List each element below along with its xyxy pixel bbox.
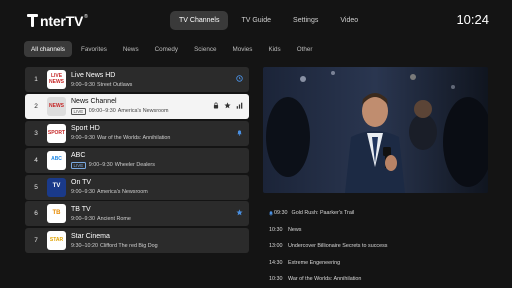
schedule-time: 14:30 <box>269 259 283 266</box>
schedule-time: 10:30 <box>269 226 283 233</box>
schedule-time: 09:30 <box>274 210 288 216</box>
channel-number: 2 <box>34 102 38 110</box>
schedule-item[interactable]: 13:00 Undercover Billionaire Secrets to … <box>269 242 489 250</box>
schedule-title: Extreme Engeneering <box>288 259 341 266</box>
program-time: 9:00–9:30 <box>71 81 95 88</box>
program-time: 9:00–9:30 <box>71 189 95 196</box>
category-filter-bar: All channels Favorites News Comedy Scien… <box>24 41 319 57</box>
channel-number: 6 <box>34 210 38 218</box>
program-time: 09:00–9:30 <box>88 108 116 115</box>
channel-logo: TV <box>47 177 66 197</box>
schedule-item[interactable]: 10:30 War of the Worlds: Annihilation <box>269 275 489 283</box>
live-badge: LIVE <box>71 161 86 169</box>
signal-bars-icon[interactable] <box>236 102 243 109</box>
program-time: 9:00–9:30 <box>88 162 113 169</box>
schedule-title: News <box>288 226 302 233</box>
live-badge: LIVE <box>71 107 86 115</box>
tab-tv-guide[interactable]: TV Guide <box>232 11 280 30</box>
program-schedule: 09:30 Gold Rush: Paarker's Trail 10:30 N… <box>269 209 489 288</box>
channel-number: 3 <box>34 129 38 137</box>
channel-name: News Channel <box>71 97 117 105</box>
channel-list: 1 LIVE NEWS Live News HD 9:00–9:30 Street… <box>25 67 249 255</box>
category-all-channels[interactable]: All channels <box>24 41 72 57</box>
channel-name: Star Cinema <box>71 232 110 240</box>
tab-settings[interactable]: Settings <box>284 11 327 30</box>
star-icon[interactable] <box>224 102 231 109</box>
schedule-title: War of the Worlds: Annihilation <box>288 276 362 282</box>
channel-logo: ABC <box>47 150 66 170</box>
channel-row[interactable]: 7 STAR Star Cinema 9:30–10:20 Clifford Th… <box>25 228 249 254</box>
schedule-time: 13:00 <box>269 243 283 249</box>
program-title: Wheeler Dealers <box>114 162 155 169</box>
category-other[interactable]: Other <box>290 41 320 57</box>
channel-name: ABC <box>71 151 86 159</box>
channel-name: Sport HD <box>71 125 100 133</box>
category-news[interactable]: News <box>116 41 146 57</box>
channel-name: Live News HD <box>71 71 116 79</box>
lock-icon[interactable] <box>213 102 219 109</box>
category-science[interactable]: Science <box>187 41 223 57</box>
star-icon[interactable] <box>236 209 243 216</box>
brand-logo: nterTV ® <box>27 12 88 30</box>
schedule-item[interactable]: 14:30 Extreme Engeneering <box>269 259 489 267</box>
schedule-time: 10:30 <box>269 276 283 282</box>
channel-logo: NEWS <box>47 96 66 116</box>
schedule-title: Gold Rush: Paarker's Trail <box>291 210 355 216</box>
channel-number: 4 <box>34 156 38 164</box>
tab-tv-channels[interactable]: TV Channels <box>170 11 229 30</box>
schedule-title: Undercover Billionaire Secrets to succes… <box>288 243 388 249</box>
channel-row[interactable]: 1 LIVE NEWS Live News HD 9:00–9:30 Street… <box>25 67 249 92</box>
news-anchor-image <box>263 67 488 193</box>
channel-row[interactable]: 6 TB TB TV 9:00–9:30 Ancient Rome <box>25 201 249 227</box>
channel-logo: STAR <box>47 231 66 251</box>
channel-name: TB TV <box>71 205 91 213</box>
logo-t-mark <box>27 14 39 28</box>
category-kids[interactable]: Kids <box>261 41 287 57</box>
channel-row[interactable]: 3 SPORT Sport HD 9:00–9:30 War of the Wor… <box>25 120 249 146</box>
program-title: Ancient Rome <box>96 215 131 222</box>
channel-name: On TV <box>71 179 92 187</box>
program-title: America's Newsroom <box>96 189 148 196</box>
channel-logo: SPORT <box>47 123 66 143</box>
video-preview[interactable] <box>263 67 488 193</box>
channel-logo: TB <box>47 204 66 224</box>
program-title: War of the Worlds: Annihilation <box>96 135 171 142</box>
top-navigation: TV Channels TV Guide Settings Video <box>170 11 367 30</box>
schedule-item[interactable]: 10:30 News <box>269 226 489 234</box>
program-time: 9:00–9:30 <box>71 215 95 222</box>
category-favorites[interactable]: Favorites <box>74 41 114 57</box>
bell-icon[interactable] <box>236 129 243 136</box>
tv-app: nterTV ® TV Channels TV Guide Settings V… <box>0 0 512 288</box>
channel-logo: LIVE NEWS <box>47 70 66 89</box>
channel-number: 1 <box>34 76 38 83</box>
category-movies[interactable]: Movies <box>225 41 259 57</box>
program-title: Clifford The red Big Dog <box>99 242 158 249</box>
history-icon[interactable] <box>236 75 243 82</box>
channel-number: 5 <box>34 183 38 191</box>
program-title: America's Newsroom <box>117 108 169 115</box>
channel-row[interactable]: 4 ABC ABC LIVE 9:00–9:30 Wheeler Dealers <box>25 147 249 173</box>
channel-row-selected[interactable]: 2 NEWS News Channel LIVE 09:00–9:30 Americ… <box>25 93 249 119</box>
program-time: 9:30–10:20 <box>71 242 98 249</box>
program-time: 9:00–9:30 <box>71 135 95 142</box>
bell-icon[interactable] <box>268 210 274 216</box>
registered-mark: ® <box>84 14 88 20</box>
tab-video[interactable]: Video <box>331 11 367 30</box>
category-comedy[interactable]: Comedy <box>148 41 185 57</box>
schedule-item[interactable]: 09:30 Gold Rush: Paarker's Trail <box>269 209 489 217</box>
program-title: Street Outlaws <box>96 81 133 88</box>
channel-row[interactable]: 5 TV On TV 9:00–9:30 America's Newsroom <box>25 174 249 200</box>
clock: 10:24 <box>456 12 489 27</box>
brand-name: nterTV <box>40 13 84 29</box>
channel-number: 7 <box>34 237 38 245</box>
